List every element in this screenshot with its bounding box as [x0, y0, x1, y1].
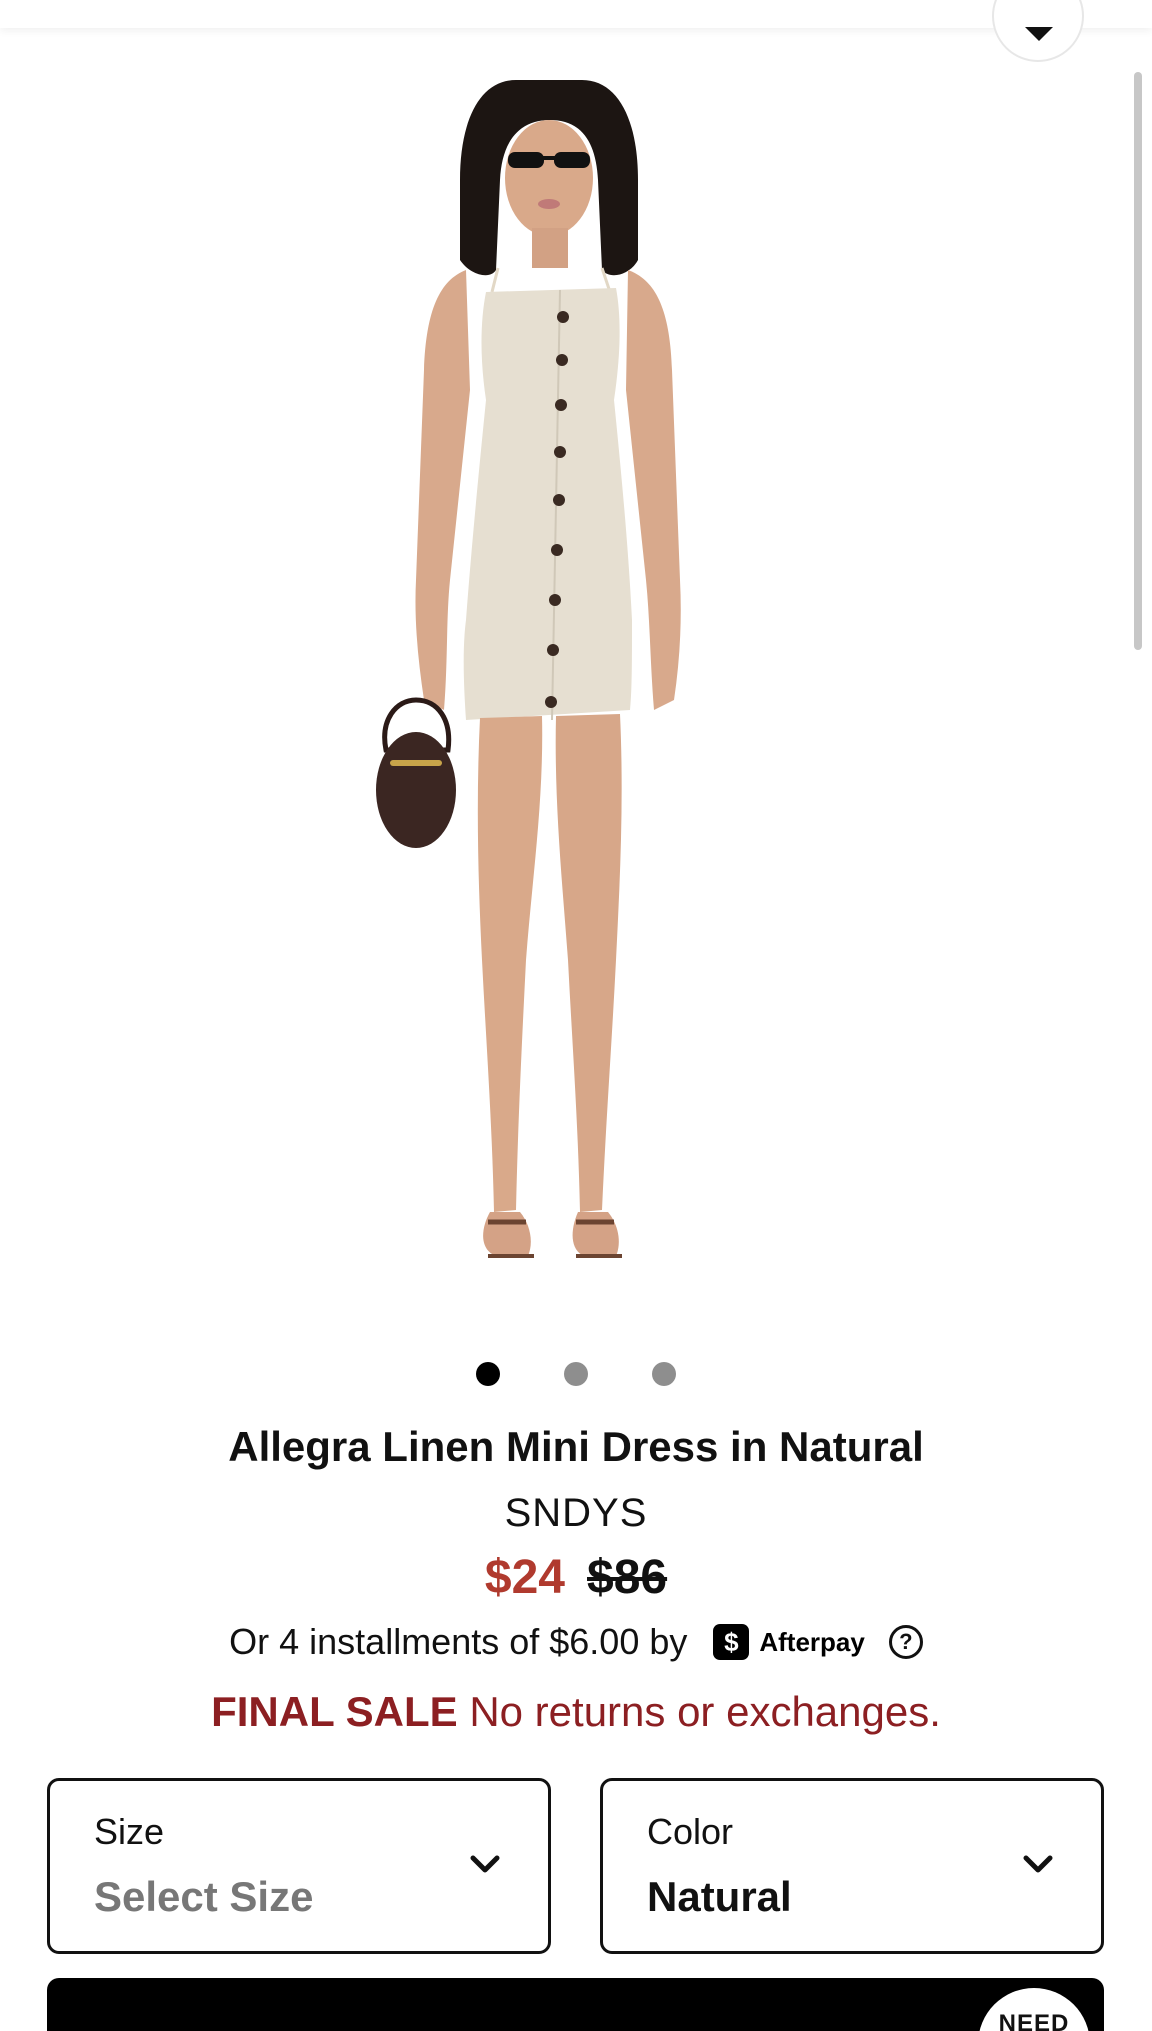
carousel-dot-2[interactable] [564, 1362, 588, 1386]
collapse-button[interactable] [992, 0, 1084, 62]
question-circle-icon[interactable]: ? [888, 1625, 923, 1659]
top-bar [0, 0, 1152, 28]
final-sale-label: FINAL SALE [211, 1688, 458, 1735]
carousel-dot-1[interactable] [476, 1362, 500, 1386]
final-sale-notice: FINAL SALE No returns or exchanges. [0, 1682, 1152, 1742]
chevron-down-icon [470, 1855, 500, 1873]
carousel-dots [0, 1362, 1152, 1388]
product-image[interactable] [320, 60, 840, 1340]
scrollbar-thumb[interactable] [1134, 72, 1142, 650]
afterpay-mark: $ [713, 1624, 750, 1660]
size-select-label: Size [94, 1811, 165, 1852]
color-select[interactable]: Color Natural [600, 1778, 1104, 1954]
product-title: Allegra Linen Mini Dress in Natural [228, 1423, 924, 1470]
size-select-value: Select Size [94, 1873, 314, 1920]
sale-price: $24 [484, 1551, 565, 1604]
price-row: $24 $86 [0, 1548, 1152, 1608]
chevron-down-icon [1025, 27, 1053, 41]
afterpay-logo-icon[interactable]: $ Afterpay [713, 1624, 865, 1660]
carousel-dot-3[interactable] [652, 1362, 676, 1386]
color-select-label: Color [647, 1811, 734, 1852]
chevron-down-icon [1023, 1855, 1053, 1873]
brand-name[interactable]: SNDYS [0, 1487, 1152, 1539]
final-sale-message: No returns or exchanges. [469, 1688, 941, 1735]
size-select[interactable]: Size Select Size [47, 1778, 551, 1954]
afterpay-name: Afterpay [759, 1626, 865, 1657]
add-to-bag-button[interactable] [47, 1978, 1104, 2031]
product-page: Allegra Linen Mini Dress in Natural SNDY… [0, 0, 1152, 2031]
original-price: $86 [587, 1551, 668, 1604]
installments-info: Or 4 installments of $6.00 by $ Afterpay… [0, 1614, 1152, 1670]
installments-text: Or 4 installments of $6.00 by [229, 1621, 688, 1662]
color-select-value: Natural [647, 1873, 792, 1920]
